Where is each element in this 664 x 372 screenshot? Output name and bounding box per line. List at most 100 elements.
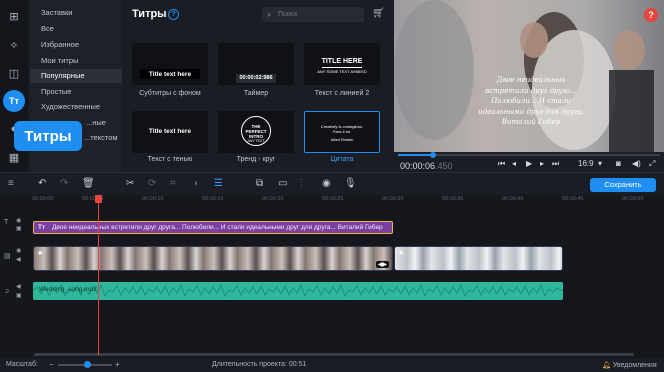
favorite-star-icon[interactable]: ★ <box>398 249 404 257</box>
thumbnail-subtext: ANY TEXT <box>247 139 265 143</box>
title-clip[interactable]: Тт Двое неидеальных встретили друг друга… <box>33 221 393 234</box>
magic-wand-icon[interactable]: ✧ <box>5 36 23 54</box>
status-bar: Масштаб: − + Длительность проекта: 00:51… <box>0 358 664 372</box>
category-item[interactable]: Заставки <box>30 6 122 20</box>
playback-progress[interactable] <box>398 152 660 158</box>
player-controls: 00:00:06.450 ⏮︎ ◂ ▶︎ ▸ ⏭︎ 16:9 ▾ ◙ ◀︎) ⤢ <box>394 152 664 172</box>
duration-value: 00:51 <box>288 361 307 368</box>
category-item[interactable]: Художественные <box>30 100 122 114</box>
search-icon: ⌕ <box>267 10 272 19</box>
chevron-down-icon[interactable]: ▾ <box>598 159 602 168</box>
audio-clip-label: Wedding_song.mp3 <box>39 286 97 293</box>
ruler-label: 00:00:40 <box>502 196 524 202</box>
timeline-scrollbar[interactable] <box>34 353 634 356</box>
timeline[interactable]: 00:00:00 00:00:05 00:00:10 00:00:15 00:0… <box>0 195 664 358</box>
search-input[interactable] <box>278 9 358 20</box>
microphone-icon[interactable]: 🎙︎ <box>344 178 357 189</box>
audio-clip[interactable]: Wedding_song.mp3 <box>33 282 563 300</box>
titles-tool-button[interactable]: Тт <box>3 90 25 112</box>
video-clip[interactable]: ★ <box>394 246 563 271</box>
title-thumbnail-trend-circle[interactable]: THE PERFECT INTRO ANY TEXT <box>218 111 294 153</box>
timeline-ruler[interactable]: 00:00:00 00:00:05 00:00:10 00:00:15 00:0… <box>30 195 664 207</box>
category-item[interactable]: Простые <box>30 85 122 99</box>
title-thumbnail-timer[interactable]: 00:00:02:986 <box>218 43 294 85</box>
category-item[interactable]: Все <box>30 22 122 36</box>
snapshot-icon[interactable]: ◙ <box>616 159 621 168</box>
thumbnail-label: Тренд - круг <box>236 156 276 163</box>
clip-properties-icon[interactable]: ☰ <box>214 178 223 189</box>
fullscreen-icon[interactable]: ⤢ <box>649 159 655 169</box>
next-frame-icon[interactable]: ▸ <box>540 159 544 168</box>
thumbnail-subtext: Albert Einstein <box>330 138 354 142</box>
transition-icon[interactable]: ◀▶ <box>375 261 389 268</box>
titles-panel: Титры ? ⌕ 🛒︎ Title text here Субтитры с … <box>122 0 392 172</box>
category-item-selected[interactable]: Популярные <box>30 69 122 83</box>
category-item[interactable]: Избранное <box>30 38 122 52</box>
ruler-label: 00:00:10 <box>142 196 164 202</box>
thumbnail-text: Creativity is contagious. Pass it on. <box>320 124 364 134</box>
thumbnail-text: Title text here <box>148 128 192 135</box>
video-clip[interactable]: ★ ◀▶ <box>33 246 393 271</box>
ruler-label: 00:00:00 <box>32 196 54 202</box>
toolbar-menu-icon[interactable]: ≡ <box>8 178 14 189</box>
zoom-out-icon[interactable]: − <box>49 360 54 369</box>
audio-waveform <box>33 283 563 298</box>
zoom-slider-handle[interactable] <box>84 361 91 368</box>
time-ms: .450 <box>435 161 453 171</box>
thumbnail-text: Title text here <box>148 71 192 78</box>
category-item[interactable]: Мои титры <box>30 54 122 68</box>
sound-levels-icon[interactable]: ⫶ <box>300 178 303 189</box>
bell-icon: 🔔︎ <box>602 362 611 369</box>
import-icon[interactable]: ⊞ <box>5 7 23 25</box>
preview-quote-overlay[interactable]: Двое неидеальных встретили друг друга...… <box>476 75 586 128</box>
title-clip-text: Двое неидеальных встретили друг друга...… <box>52 224 383 231</box>
notifications-label: Уведомления <box>612 362 657 369</box>
favorite-star-icon[interactable]: ★ <box>37 249 43 257</box>
thumbnail-text: 00:00:02:986 <box>239 75 273 81</box>
quote-author: Виталий Гибер <box>501 118 561 126</box>
title-thumbnail-shadow[interactable]: Title text here <box>132 111 208 153</box>
quote-line: идеальными друг для друга. <box>478 107 584 116</box>
title-thumbnail-subtitles-bg[interactable]: Title text here <box>132 43 208 85</box>
volume-icon[interactable]: ◀︎) <box>632 159 641 168</box>
redo-icon[interactable]: ↷ <box>60 178 68 189</box>
skip-back-icon[interactable]: ⏮︎ <box>498 159 505 169</box>
time-main: 00:00:06 <box>400 161 436 171</box>
marker-icon[interactable]: ◉ <box>322 178 331 189</box>
thumbnail-label: Текст с линией 2 <box>314 90 370 97</box>
thumbnail-text: THE PERFECT INTRO <box>245 124 267 139</box>
ruler-label: 00:00:50 <box>622 196 644 202</box>
cart-icon[interactable]: 🛒︎ <box>372 8 385 19</box>
screen-icon[interactable]: ▭ <box>278 178 287 189</box>
help-button[interactable]: ? <box>644 8 658 22</box>
delete-icon[interactable]: 🗑︎ <box>82 178 95 189</box>
playhead[interactable] <box>98 195 99 355</box>
filters-icon[interactable]: ◫ <box>5 64 23 82</box>
prev-frame-icon[interactable]: ◂ <box>512 159 516 168</box>
notifications-link[interactable]: 🔔︎ Уведомления <box>602 361 657 369</box>
ruler-label: 00:00:25 <box>322 196 344 202</box>
progress-handle[interactable] <box>430 152 436 158</box>
play-icon[interactable]: ▶︎ <box>526 159 532 168</box>
cut-icon[interactable]: ✂︎ <box>126 178 134 189</box>
zoom-in-icon[interactable]: + <box>115 360 120 369</box>
title-thumbnail-line-text[interactable]: TITLE HERE ANY SOME TEXT ASNEED <box>304 43 380 85</box>
rotate-icon[interactable]: ⟳ <box>148 178 156 189</box>
aspect-ratio-select[interactable]: 16:9 <box>578 159 594 168</box>
ruler-label: 00:00:15 <box>202 196 224 202</box>
thumbnail-subtext: ANY SOME TEXT ASNEED <box>317 69 367 74</box>
ruler-label: 00:00:35 <box>442 196 464 202</box>
help-icon[interactable]: ? <box>168 9 179 20</box>
search-box[interactable]: ⌕ <box>262 7 364 22</box>
crop-icon[interactable]: ⌗ <box>170 178 176 189</box>
ruler-label: 00:00:20 <box>262 196 284 202</box>
save-button[interactable]: Сохранить <box>590 178 656 192</box>
video-preview[interactable]: ? Двое неидеальных встретили друг друга.… <box>394 0 664 152</box>
transition-icon[interactable]: ⧉ <box>256 178 263 189</box>
color-adjust-icon[interactable]: ◑ <box>192 178 198 189</box>
quote-line: встретили друг друга... <box>485 86 577 95</box>
title-thumbnail-quote-selected[interactable]: Creativity is contagious. Pass it on. Al… <box>304 111 380 153</box>
thumbnail-label: Текст с тенью <box>147 156 193 163</box>
undo-icon[interactable]: ↶ <box>38 178 46 189</box>
skip-forward-icon[interactable]: ⏭︎ <box>552 159 559 169</box>
